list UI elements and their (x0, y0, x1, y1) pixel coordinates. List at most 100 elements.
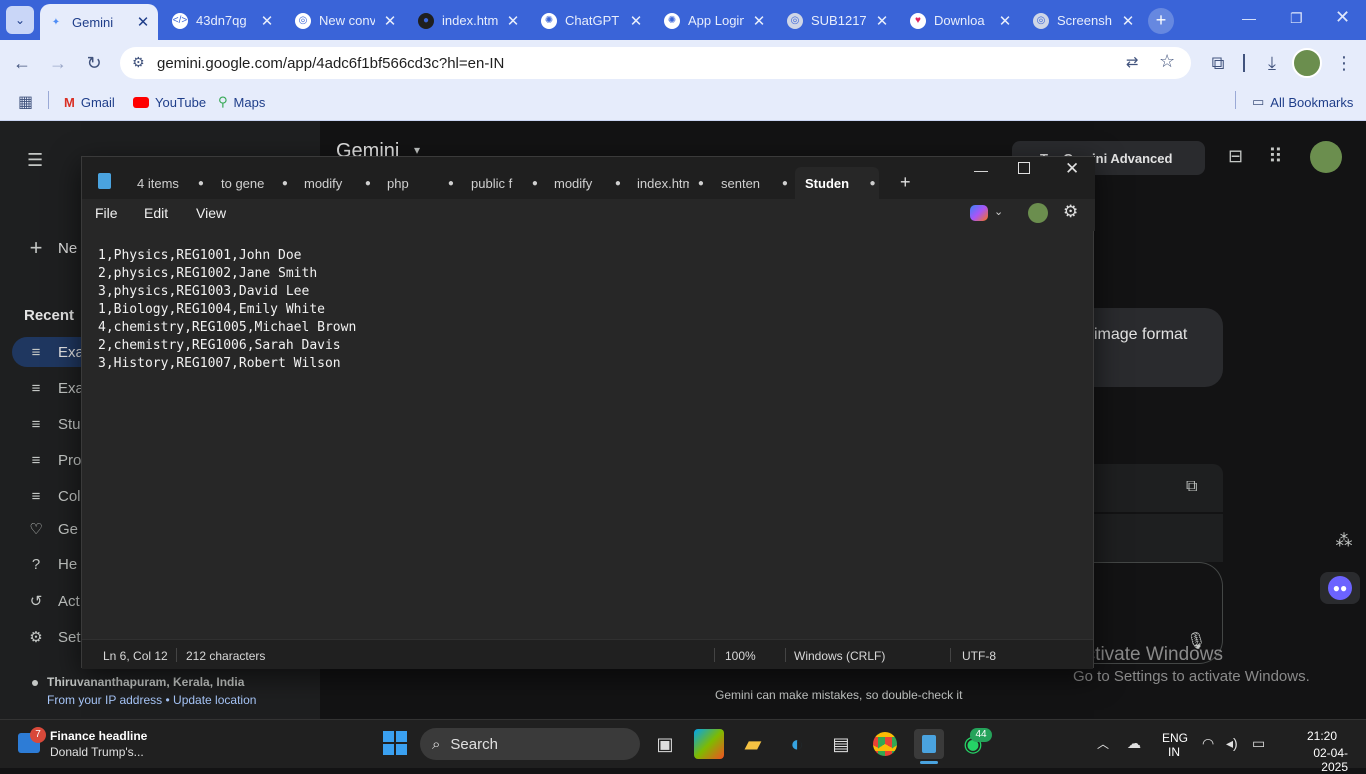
close-tab-icon[interactable]: ✕ (506, 12, 520, 30)
browser-tab[interactable]: ✦ Gemini ✕ (40, 4, 158, 40)
close-icon[interactable]: ✕ (1065, 159, 1079, 179)
volume-icon[interactable]: ◂) (1226, 735, 1238, 752)
browser-tab[interactable]: ● index.htm ✕ (410, 7, 528, 34)
encoding[interactable]: UTF-8 (962, 649, 996, 663)
gemini-avatar[interactable] (1310, 141, 1342, 173)
browser-tab[interactable]: ◎ New conv ✕ (287, 7, 405, 34)
close-tab-icon[interactable]: ✕ (136, 13, 150, 31)
chevron-down-icon[interactable]: ⌄ (994, 205, 1003, 218)
new-chat-button[interactable]: + Ne (28, 235, 78, 261)
bookmark-maps[interactable]: ⚲ Maps (218, 92, 265, 112)
menu-file[interactable]: File (95, 205, 118, 221)
store-icon[interactable]: ▤ (826, 729, 856, 759)
translate-icon[interactable]: ⇄ (1126, 53, 1139, 71)
notepad-tab[interactable]: modify ● (294, 167, 374, 199)
assistant-widget[interactable]: ●● (1320, 572, 1360, 604)
tab-search-button[interactable]: ⌄ (6, 6, 34, 34)
site-info-icon[interactable]: ⚙ (132, 54, 145, 71)
edge-icon[interactable]: ◐ (782, 729, 812, 759)
news-title[interactable]: Finance headline (50, 729, 147, 743)
recent-chat-item[interactable]: ≡ Col (28, 488, 81, 505)
clock[interactable]: 21:20 02-04-2025 (1296, 729, 1348, 774)
notepad-tab[interactable]: public f ● (461, 167, 541, 199)
back-button[interactable]: ← (8, 49, 36, 77)
reload-button[interactable]: ↻ (80, 49, 108, 77)
bookmark-star-icon[interactable]: ☆ (1159, 51, 1175, 72)
tray-chevron-icon[interactable]: ︿ (1097, 735, 1109, 752)
menu-view[interactable]: View (196, 205, 226, 221)
menu-edit[interactable]: Edit (144, 205, 168, 221)
close-tab-icon[interactable]: ✕ (998, 12, 1012, 30)
notepad-tab[interactable]: to gene ● (211, 167, 291, 199)
unsaved-dot-icon[interactable]: ● (195, 178, 207, 189)
browser-tab[interactable]: ◎ Screensh ✕ (1025, 7, 1143, 34)
downloads-icon[interactable]: ⤓ (1258, 49, 1286, 77)
recent-chat-item[interactable]: ≡ Pro (28, 452, 82, 469)
text-editor[interactable]: 1,Physics,REG1001,John Doe 2,physics,REG1… (98, 247, 356, 373)
recent-chat-item[interactable]: ≡ Exa (28, 380, 84, 397)
m365-icon[interactable] (694, 729, 724, 759)
notepad-tab[interactable]: senten ● (711, 167, 791, 199)
news-subtitle[interactable]: Donald Trump's... (50, 745, 144, 759)
wifi-icon[interactable]: ◠ (1202, 735, 1214, 752)
new-tab-button[interactable]: + (1148, 8, 1174, 34)
sidebar-nav-item[interactable]: ⚙ Set (28, 628, 80, 647)
google-apps-icon[interactable]: ⠿ (1268, 144, 1283, 169)
sidebar-nav-item[interactable]: ♡ Ge (28, 520, 78, 539)
unsaved-dot-icon[interactable]: ● (612, 178, 624, 189)
notepad-taskbar-icon[interactable] (914, 729, 944, 759)
unsaved-dot-icon[interactable]: ● (279, 178, 291, 189)
minimize-window-icon[interactable]: — (1242, 10, 1256, 26)
windows-start-icon[interactable] (383, 731, 407, 755)
close-tab-icon[interactable]: ✕ (752, 12, 766, 30)
copy-icon[interactable]: ⧉ (1186, 478, 1197, 496)
chrome-icon[interactable] (870, 729, 900, 759)
task-view-icon[interactable]: ▣ (650, 729, 680, 759)
close-tab-icon[interactable]: ✕ (629, 12, 643, 30)
side-panel-icon[interactable]: ⁂ (1327, 531, 1361, 559)
update-location-link[interactable]: Update location (173, 693, 256, 707)
browser-tab[interactable]: </> 43dn7qg ✕ (164, 7, 282, 34)
minimize-icon[interactable]: — (974, 162, 988, 178)
battery-icon[interactable]: ▭ (1252, 735, 1265, 752)
profile-avatar[interactable] (1292, 48, 1322, 78)
close-window-icon[interactable]: ✕ (1335, 7, 1350, 28)
chrome-menu-icon[interactable]: ⋮ (1330, 49, 1358, 77)
language-indicator[interactable]: ENG IN (1162, 731, 1188, 759)
browser-tab[interactable]: ✺ App Login ✕ (656, 7, 774, 34)
new-tab-plus-icon[interactable]: + (900, 172, 911, 193)
taskbar-search[interactable]: ⌕ Search (420, 728, 640, 760)
unsaved-dot-icon[interactable]: ● (362, 178, 374, 189)
settings-gear-icon[interactable]: ⚙ (1063, 202, 1078, 222)
notepad-tab[interactable]: modify ● (544, 167, 624, 199)
browser-tab[interactable]: ♥ Downloa ✕ (902, 7, 1020, 34)
line-ending[interactable]: Windows (CRLF) (794, 649, 885, 663)
forward-button[interactable]: → (44, 49, 72, 77)
notepad-tab[interactable]: php ● (377, 167, 457, 199)
cloud-icon[interactable]: ☁ (1127, 735, 1141, 752)
share-icon[interactable]: ⊟ (1228, 146, 1243, 167)
unsaved-dot-icon[interactable]: ● (866, 178, 879, 189)
chevron-down-icon[interactable]: ▾ (414, 143, 420, 157)
bookmark-youtube[interactable]: YouTube (133, 92, 206, 112)
account-avatar[interactable] (1028, 203, 1048, 223)
unsaved-dot-icon[interactable]: ● (779, 178, 791, 189)
close-tab-icon[interactable]: ✕ (260, 12, 274, 30)
address-bar[interactable]: ⚙ gemini.google.com/app/4adc6f1bf566cd3c… (120, 47, 1191, 79)
recent-chat-item[interactable]: ≡ Exa (28, 344, 84, 361)
zoom-level[interactable]: 100% (725, 649, 756, 663)
notepad-tab[interactable]: index.html ● (627, 167, 707, 199)
close-tab-icon[interactable]: ✕ (875, 12, 889, 30)
unsaved-dot-icon[interactable]: ● (695, 178, 707, 189)
recent-chat-item[interactable]: ≡ Stu (28, 416, 81, 433)
bookmark-gmail[interactable]: M Gmail (64, 92, 115, 112)
copilot-icon[interactable] (970, 205, 988, 221)
maximize-icon[interactable] (1018, 162, 1030, 174)
browser-tab[interactable]: ✺ ChatGPT | ✕ (533, 7, 651, 34)
extensions-icon[interactable]: ⧉ (1204, 49, 1232, 77)
unsaved-dot-icon[interactable]: ● (529, 178, 541, 189)
restore-window-icon[interactable]: ❐ (1290, 10, 1303, 27)
browser-tab[interactable]: ◎ SUB1217. ✕ (779, 7, 897, 34)
sidebar-nav-item[interactable]: ↺ Act (28, 592, 80, 611)
apps-grid-icon[interactable]: ▦ (18, 92, 33, 112)
